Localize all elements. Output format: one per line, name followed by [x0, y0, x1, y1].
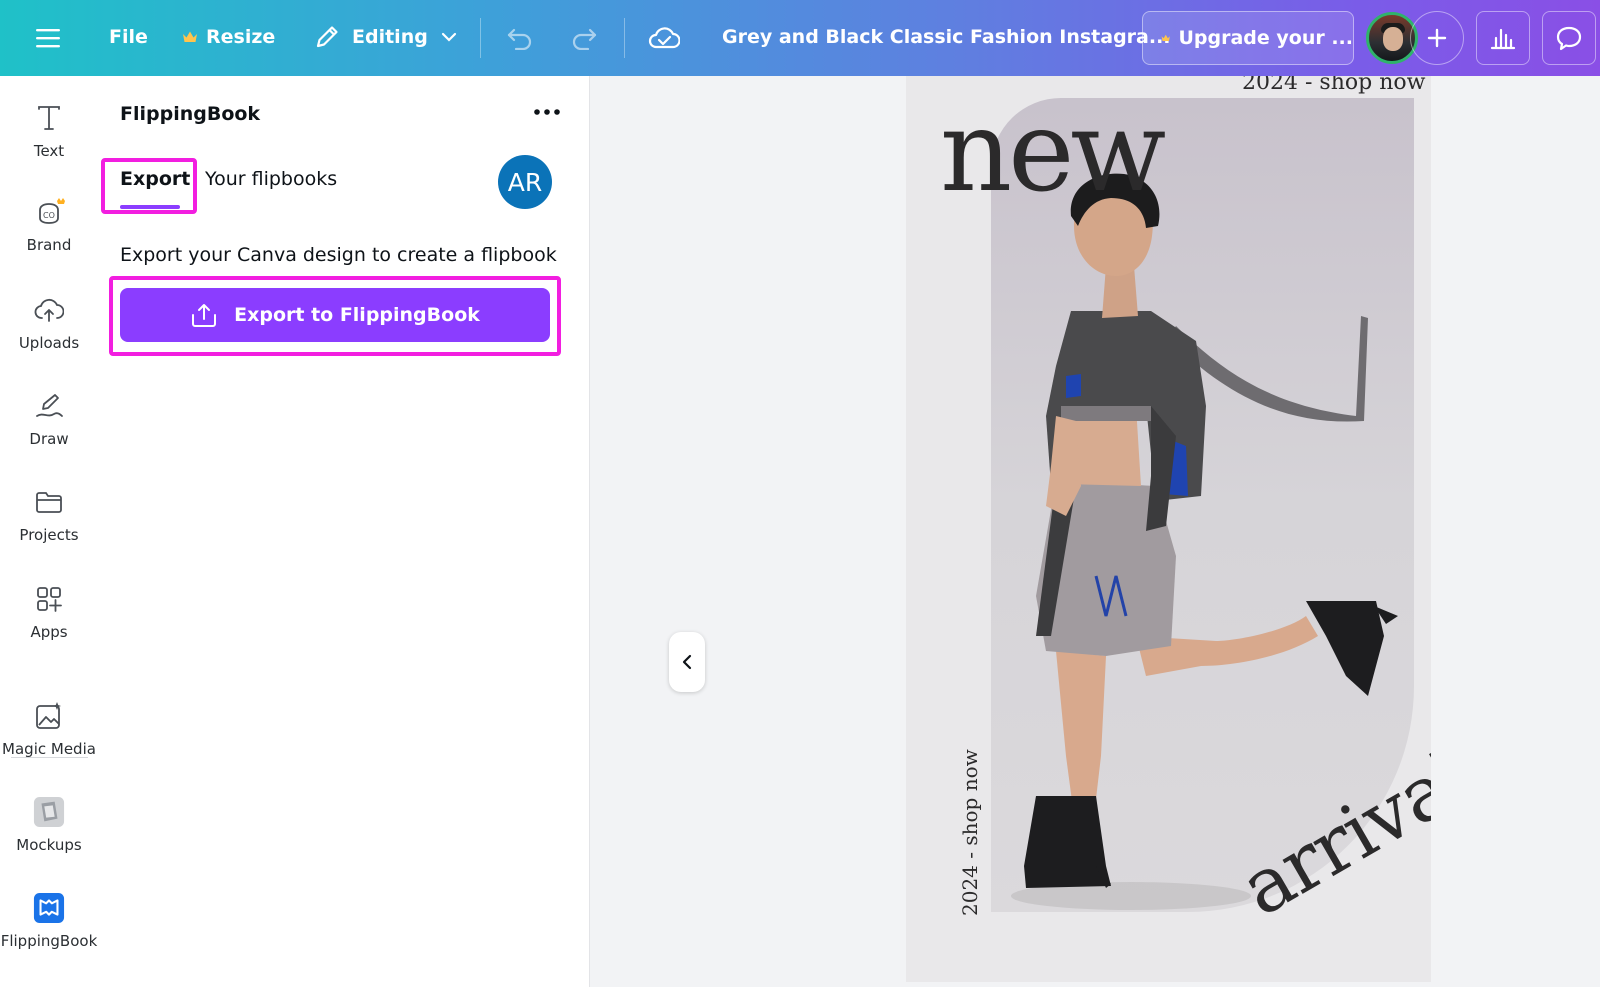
- hamburger-icon: [36, 29, 60, 48]
- account-avatar[interactable]: AR: [498, 155, 552, 209]
- file-label: File: [109, 26, 148, 48]
- rail-item-flippingbook[interactable]: FlippingBook: [0, 892, 98, 950]
- brand-icon: CO: [33, 196, 65, 228]
- editing-mode-dropdown[interactable]: Editing: [314, 24, 458, 50]
- comment-icon: [1556, 26, 1582, 51]
- flippingbook-panel: FlippingBook Export Your flipbooks AR Ex…: [98, 76, 705, 987]
- cloud-upload-icon: [33, 294, 65, 326]
- left-rail: Text CO Brand Uploads Draw Projects Apps…: [0, 76, 98, 987]
- rail-label: Brand: [26, 236, 72, 254]
- text-icon: [33, 102, 65, 134]
- design-canvas-page[interactable]: new 2024 - shop now 2024 - shop now arri…: [906, 76, 1431, 982]
- toolbar-divider: [624, 18, 625, 58]
- rail-label: Draw: [29, 430, 69, 448]
- rail-item-draw[interactable]: Draw: [0, 390, 98, 448]
- upgrade-label: Upgrade your ...: [1178, 27, 1353, 49]
- redo-icon: [572, 28, 597, 50]
- document-title[interactable]: Grey and Black Classic Fashion Instagra.…: [722, 26, 1171, 48]
- bar-chart-icon: [1490, 28, 1516, 50]
- menu-button[interactable]: [30, 22, 66, 54]
- tab-your-flipbooks[interactable]: Your flipbooks: [205, 168, 337, 190]
- rail-item-brand[interactable]: CO Brand: [0, 196, 98, 254]
- save-status-button[interactable]: [646, 22, 682, 54]
- chevron-down-icon: [441, 32, 456, 42]
- export-to-flippingbook-button[interactable]: Export to FlippingBook: [120, 288, 550, 342]
- highlight-box-export-tab: [101, 158, 197, 214]
- export-description: Export your Canva design to create a fli…: [120, 244, 557, 266]
- top-toolbar: File Resize Editing Grey and Black Class…: [0, 0, 1600, 76]
- insights-button[interactable]: [1476, 11, 1530, 65]
- toolbar-divider: [480, 18, 481, 58]
- pencil-icon: [316, 26, 338, 48]
- svg-text:CO: CO: [43, 211, 55, 220]
- subline-top-text[interactable]: 2024 - shop now: [1242, 76, 1425, 95]
- undo-button[interactable]: [504, 22, 536, 54]
- resize-label: Resize: [206, 26, 276, 48]
- cloud-check-icon: [648, 27, 680, 49]
- editing-label: Editing: [352, 26, 428, 48]
- avatar-face: [1383, 27, 1403, 51]
- add-collaborator-button[interactable]: [1410, 11, 1464, 65]
- magic-media-icon: [33, 700, 65, 732]
- rail-label: Uploads: [18, 334, 80, 352]
- upload-icon: [192, 304, 217, 327]
- more-options-button[interactable]: [532, 98, 562, 123]
- crown-icon: [1161, 34, 1170, 41]
- rail-item-apps[interactable]: Apps: [0, 583, 98, 641]
- flippingbook-icon: [33, 892, 65, 924]
- mockups-icon: [33, 796, 65, 828]
- subline-side-text[interactable]: 2024 - shop now: [958, 749, 982, 916]
- rail-label: Mockups: [16, 836, 82, 854]
- collapse-panel-button[interactable]: [669, 632, 705, 692]
- rail-label: Magic Media: [2, 740, 96, 758]
- panel-title: FlippingBook: [120, 103, 261, 125]
- rail-item-mockups[interactable]: Mockups: [0, 796, 98, 854]
- comments-button[interactable]: [1542, 11, 1596, 65]
- redo-button[interactable]: [568, 22, 600, 54]
- export-button-label: Export to FlippingBook: [234, 304, 480, 326]
- headline-text[interactable]: new: [940, 96, 1166, 208]
- rail-item-text[interactable]: Text: [0, 102, 98, 160]
- rail-item-magic-media[interactable]: Magic Media: [0, 700, 98, 758]
- rail-label: Text: [33, 142, 65, 160]
- document-title-text: Grey and Black Classic Fashion Instagra.…: [722, 26, 1171, 48]
- upgrade-button[interactable]: Upgrade your ...: [1142, 11, 1354, 65]
- rail-item-projects[interactable]: Projects: [0, 486, 98, 544]
- crown-icon: [183, 31, 197, 42]
- resize-button[interactable]: Resize: [182, 26, 275, 48]
- folder-icon: [33, 486, 65, 518]
- undo-icon: [507, 28, 532, 50]
- rail-item-uploads[interactable]: Uploads: [0, 294, 98, 352]
- plus-icon: [1427, 28, 1447, 48]
- chevron-left-icon: [682, 654, 692, 670]
- more-horizontal-icon: [534, 109, 560, 115]
- rail-label: Apps: [30, 623, 68, 641]
- rail-label: Projects: [19, 526, 79, 544]
- apps-icon: [33, 583, 65, 615]
- rail-label: FlippingBook: [0, 932, 98, 950]
- file-menu-button[interactable]: File: [109, 26, 148, 48]
- draw-icon: [33, 390, 65, 422]
